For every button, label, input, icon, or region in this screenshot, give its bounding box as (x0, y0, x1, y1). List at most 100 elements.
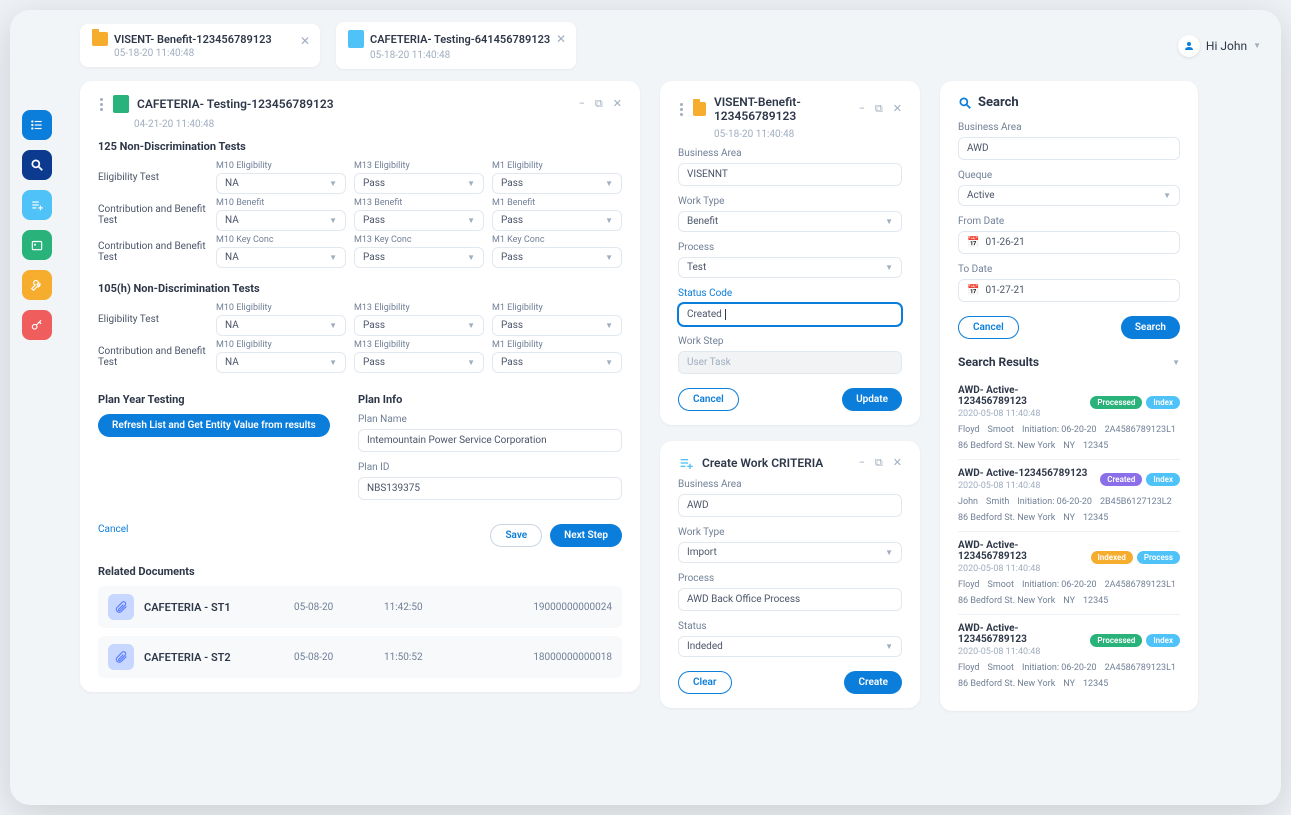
plan-name-input[interactable]: Intemountain Power Service Corporation (358, 429, 622, 452)
save-button[interactable]: Save (490, 524, 542, 547)
doc-time: 11:50:52 (384, 652, 444, 663)
close-icon[interactable]: ✕ (300, 34, 310, 48)
test-select[interactable]: NA▼ (216, 210, 346, 231)
card-title: CAFETERIA- Testing-123456789123 (137, 97, 334, 111)
close-icon[interactable]: ✕ (893, 456, 902, 470)
result-sub: 2020-05-08 11:40:48 (958, 647, 1084, 657)
next-step-button[interactable]: Next Step (550, 524, 622, 547)
nav-key[interactable] (22, 310, 52, 340)
more-icon[interactable] (678, 101, 685, 118)
document-row[interactable]: CAFETERIA - ST2 05-08-20 11:50:52 180000… (98, 636, 622, 678)
related-docs-title: Related Documents (98, 565, 622, 578)
cancel-button[interactable]: Cancel (678, 388, 739, 411)
search-result[interactable]: AWD- Active-123456789123 2020-05-08 11:4… (958, 377, 1180, 460)
result-sub: 2020-05-08 11:40:48 (958, 409, 1084, 419)
plan-name-label: Plan Name (358, 414, 622, 425)
field-label: M1 Benefit (492, 198, 622, 208)
calendar-icon: 📅 (967, 285, 979, 296)
nav-list[interactable] (22, 110, 52, 140)
ba-input[interactable]: AWD (678, 494, 902, 517)
status-badge: Index (1146, 396, 1180, 409)
search-result[interactable]: AWD- Active-123456789123 2020-05-08 11:4… (958, 615, 1180, 697)
result-sub: 2020-05-08 11:40:48 (958, 481, 1087, 491)
test-select[interactable]: Pass▼ (492, 210, 622, 231)
doc-name: CAFETERIA - ST1 (144, 601, 284, 614)
test-select[interactable]: Pass▼ (492, 247, 622, 268)
test-select[interactable]: Pass▼ (354, 315, 484, 336)
sc-input[interactable]: Created (678, 303, 902, 326)
test-select[interactable]: Pass▼ (354, 173, 484, 194)
field-label: M1 Eligibility (492, 303, 622, 313)
field-label: M1 Key Conc (492, 235, 622, 245)
ba-input[interactable]: AWD (958, 137, 1180, 160)
plan-info-title: Plan Info (358, 393, 622, 406)
to-date-input[interactable]: 📅01-27-21 (958, 279, 1180, 302)
field-label: M1 Eligibility (492, 340, 622, 350)
test-select[interactable]: Pass▼ (492, 315, 622, 336)
result-title: AWD- Active-123456789123 (958, 385, 1084, 407)
result-title: AWD- Active-123456789123 (958, 623, 1084, 645)
card-search: Search Business AreaAWD QuequeActive▼ Fr… (940, 81, 1198, 711)
attachment-icon (108, 644, 134, 670)
status-badge: Processed (1090, 396, 1142, 409)
tab-title: VISENT- Benefit-123456789123 (114, 33, 272, 46)
test-select[interactable]: Pass▼ (354, 352, 484, 373)
close-icon[interactable]: ✕ (893, 102, 902, 116)
doc-date: 05-08-20 (294, 652, 374, 663)
st-select[interactable]: Indeded▼ (678, 636, 902, 657)
user-menu[interactable]: Hi John ▼ (1178, 35, 1261, 57)
wt-select[interactable]: Benefit▼ (678, 211, 902, 232)
cancel-button[interactable]: Cancel (958, 316, 1019, 339)
test-select[interactable]: NA▼ (216, 247, 346, 268)
test-select[interactable]: Pass▼ (492, 173, 622, 194)
search-button[interactable]: Search (1121, 316, 1180, 339)
update-button[interactable]: Update (842, 388, 902, 411)
from-date-input[interactable]: 📅01-26-21 (958, 231, 1180, 254)
search-result[interactable]: AWD- Active-123456789123 2020-05-08 11:4… (958, 460, 1180, 532)
tab-visent[interactable]: VISENT- Benefit-123456789123 05-18-20 11… (80, 24, 320, 67)
card-visent: VISENT-Benefit-123456789123 − ⧉ ✕ 05-18-… (660, 81, 920, 425)
test-select[interactable]: NA▼ (216, 173, 346, 194)
topbar: VISENT- Benefit-123456789123 05-18-20 11… (30, 22, 1261, 69)
pr-select[interactable]: Test▼ (678, 257, 902, 278)
minimize-icon[interactable]: − (859, 456, 865, 470)
document-row[interactable]: CAFETERIA - ST1 05-08-20 11:42:50 190000… (98, 586, 622, 628)
test-select[interactable]: Pass▼ (354, 247, 484, 268)
nav-search[interactable] (22, 150, 52, 180)
create-button[interactable]: Create (844, 671, 902, 694)
popout-icon[interactable]: ⧉ (595, 97, 603, 111)
nav-calendar[interactable] (22, 230, 52, 260)
test-select[interactable]: Pass▼ (492, 352, 622, 373)
close-icon[interactable]: ✕ (613, 97, 622, 111)
wt-label: Work Type (678, 527, 902, 538)
more-icon[interactable] (98, 96, 105, 113)
clipboard-icon (113, 95, 129, 113)
popout-icon[interactable]: ⧉ (875, 102, 883, 116)
queue-select[interactable]: Active▼ (958, 185, 1180, 206)
test-select[interactable]: Pass▼ (354, 210, 484, 231)
ba-label: Business Area (678, 479, 902, 490)
search-result[interactable]: AWD- Active-123456789123 2020-05-08 11:4… (958, 532, 1180, 615)
nav-wrench[interactable] (22, 270, 52, 300)
cancel-link[interactable]: Cancel (98, 524, 128, 547)
nav-add-list[interactable] (22, 190, 52, 220)
popout-icon[interactable]: ⧉ (875, 456, 883, 470)
minimize-icon[interactable]: − (859, 102, 865, 116)
plan-id-label: Plan ID (358, 462, 622, 473)
ba-input[interactable]: VISENNT (678, 163, 902, 186)
clear-button[interactable]: Clear (678, 671, 732, 694)
plan-id-input[interactable]: NBS139375 (358, 477, 622, 500)
test-select[interactable]: NA▼ (216, 352, 346, 373)
wt-select[interactable]: Import▼ (678, 542, 902, 563)
field-label: M10 Eligibility (216, 303, 346, 313)
pr-input[interactable]: AWD Back Office Process (678, 588, 902, 611)
result-sub: 2020-05-08 11:40:48 (958, 564, 1085, 574)
test-select[interactable]: NA▼ (216, 315, 346, 336)
chevron-down-icon[interactable]: ▼ (1172, 358, 1180, 367)
close-icon[interactable]: ✕ (556, 32, 566, 46)
pr-label: Process (678, 573, 902, 584)
test-row-label: Eligibility Test (98, 172, 208, 183)
minimize-icon[interactable]: − (579, 97, 585, 111)
tab-cafeteria[interactable]: CAFETERIA- Testing-641456789123 05-18-20… (336, 22, 576, 69)
refresh-button[interactable]: Refresh List and Get Entity Value from r… (98, 414, 330, 437)
